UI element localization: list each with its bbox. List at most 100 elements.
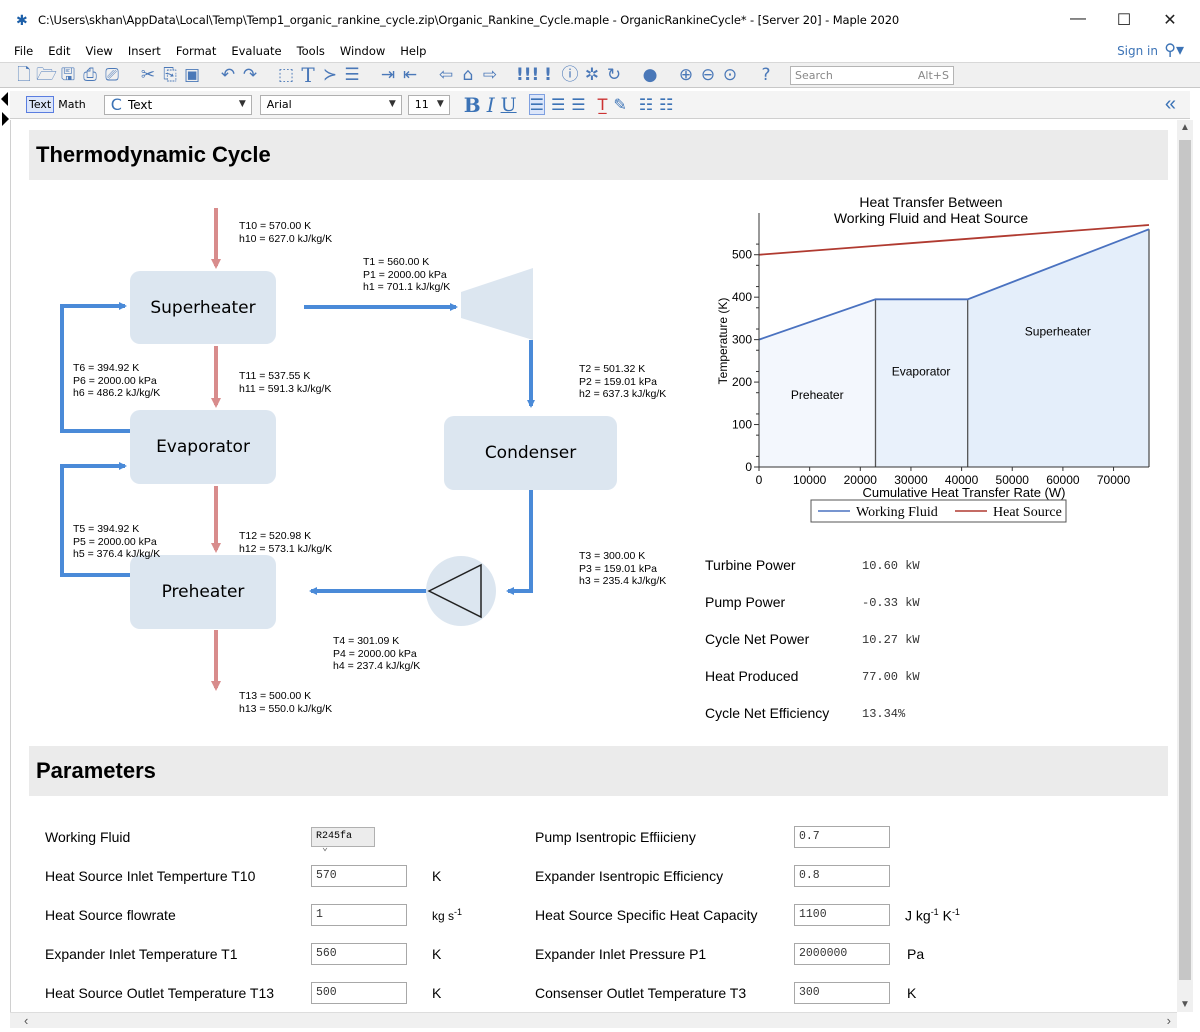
save-icon[interactable]: 🖫 [58,64,78,86]
zoom-in-icon[interactable]: ⊕ [676,64,696,86]
heat-source-inlet-temp-input[interactable]: 570 [311,865,407,887]
new-document-icon[interactable]: 🗋 [14,64,34,86]
user-icon[interactable]: ⚲▾ [1164,40,1184,60]
bold-button[interactable]: B [464,93,481,117]
param-unit: J kg-1 K-1 [905,907,960,924]
execute-all-icon[interactable]: !!! [516,64,539,86]
param-unit: Pa [907,946,925,962]
minimize-button[interactable]: — [1068,10,1088,28]
scroll-right-icon[interactable]: › [1167,1013,1171,1028]
vertical-scrollbar[interactable]: ▲ ▼ [1177,120,1193,1012]
menu-insert[interactable]: Insert [116,44,164,58]
heat-source-outlet-temp-input[interactable]: 500 [311,982,407,1004]
insert-text-icon[interactable]: T [298,64,318,86]
insert-image-icon[interactable]: ⬚ [276,64,296,86]
chevron-down-icon: ⌄ [322,843,329,854]
chart-y-tick-label: 500 [732,248,752,262]
menu-help[interactable]: Help [388,44,429,58]
expander-turbine-shape [461,268,533,340]
expander-inlet-pressure-input[interactable]: 2000000 [794,943,890,965]
underline-button[interactable]: U [501,94,517,116]
menu-view[interactable]: View [74,44,116,58]
menu-edit[interactable]: Edit [36,44,73,58]
state-12-label: T12 = 520.98 K h12 = 573.1 kJ/kg/K [239,530,333,555]
sign-in-link[interactable]: Sign in [1117,44,1158,58]
print-icon[interactable]: ⎙ [80,64,100,86]
execute-icon[interactable]: ! [538,64,558,86]
document-area: Thermodynamic Cycle Superheater Evaporat… [10,120,1177,1012]
math-mode-button[interactable]: Math [56,97,88,112]
bullet-list-icon[interactable]: ☷ [639,95,653,114]
menu-tools[interactable]: Tools [285,44,328,58]
debug-icon[interactable]: ✲ [582,64,602,86]
close-button[interactable]: ✕ [1160,10,1180,30]
chart-title: Working Fluid and Heat Source [834,210,1028,226]
text-color-icon[interactable]: T̲ [598,95,608,114]
expander-efficiency-input[interactable]: 0.8 [794,865,890,887]
highlight-icon[interactable]: ✎ [613,95,626,114]
align-left-icon[interactable]: ☰ [528,94,545,115]
scroll-thumb[interactable] [1179,140,1191,980]
interrupt-icon[interactable]: ⓘ [560,64,580,86]
font-dropdown[interactable]: Arial ▼ [259,94,402,115]
align-center-icon[interactable]: ☰ [551,95,565,114]
scroll-up-icon[interactable]: ▲ [1177,122,1193,133]
collapse-toolbar-button[interactable]: « [1165,93,1176,116]
state-11-label: T11 = 537.55 K h11 = 591.3 kJ/kg/K [239,370,332,395]
menu-window[interactable]: Window [328,44,388,58]
scroll-left-icon[interactable]: ‹ [24,1013,28,1028]
menu-file[interactable]: File [0,44,36,58]
zoom-reset-icon[interactable]: ⊙ [720,64,740,86]
param-label: Expander Inlet Temperature T1 [45,946,238,962]
numbered-list-icon[interactable]: ☷ [659,95,673,114]
unit-base: K [938,907,952,924]
result-value: -0.33 kW [862,596,920,610]
copy-icon[interactable]: ⎘ [160,64,180,86]
font-size-dropdown[interactable]: 11 ▼ [407,94,450,115]
heat-capacity-input[interactable]: 1100 [794,904,890,926]
chart-y-tick-label: 0 [745,460,752,474]
forward-icon[interactable]: ⇨ [480,64,500,86]
heat-source-flowrate-input[interactable]: 1 [311,904,407,926]
pump-efficiency-input[interactable]: 0.7 [794,826,890,848]
redo-icon[interactable]: ↷ [240,64,260,86]
unit-base: J kg [905,907,931,924]
insert-math-prompt-icon[interactable]: ≻ [320,64,340,86]
italic-button[interactable]: I [487,93,495,117]
maximize-button[interactable]: ☐ [1114,10,1134,30]
chart-region-label: Evaporator [892,365,951,379]
chart-series-heat-source [758,224,1150,256]
cut-icon[interactable]: ✂ [138,64,158,86]
paste-icon[interactable]: ▣ [182,64,202,86]
working-fluid-select[interactable]: R245fa ⌄ [311,827,375,854]
open-folder-icon[interactable]: 🗁 [36,64,57,86]
result-value: 10.60 kW [862,559,920,573]
condenser-outlet-temp-input[interactable]: 300 [794,982,890,1004]
undo-icon[interactable]: ↶ [218,64,238,86]
style-dropdown[interactable]: C Text ▼ [103,94,252,115]
expander-inlet-temp-input[interactable]: 560 [311,943,407,965]
menu-evaluate[interactable]: Evaluate [219,44,284,58]
home-icon[interactable]: ⌂ [458,64,478,86]
print-preview-icon[interactable]: ⎚ [102,64,122,86]
search-input[interactable]: Search Alt+S [790,65,954,85]
palette-toggle[interactable] [0,90,10,130]
result-value: 77.00 kW [862,670,920,684]
horizontal-scrollbar[interactable]: ‹ › [10,1012,1177,1028]
back-icon[interactable]: ⇦ [436,64,456,86]
heat-transfer-chart: Heat Transfer BetweenWorking Fluid and H… [716,194,1150,523]
chart-region-fill [759,299,876,467]
search-placeholder: Search [795,68,833,82]
align-right-icon[interactable]: ☰ [571,95,585,114]
insert-section-icon[interactable]: ☰ [342,64,362,86]
menu-format[interactable]: Format [164,44,220,58]
help-icon[interactable]: ? [756,64,776,86]
window-title: C:\Users\skhan\AppData\Local\Temp\Temp1_… [38,13,900,27]
cloud-icon[interactable]: ● [640,64,660,86]
zoom-out-icon[interactable]: ⊖ [698,64,718,86]
text-mode-button[interactable]: Text [26,96,55,113]
scroll-down-icon[interactable]: ▼ [1177,999,1193,1010]
restart-icon[interactable]: ↻ [604,64,624,86]
indent-icon[interactable]: ⇥ [378,64,398,86]
outdent-icon[interactable]: ⇤ [400,64,420,86]
